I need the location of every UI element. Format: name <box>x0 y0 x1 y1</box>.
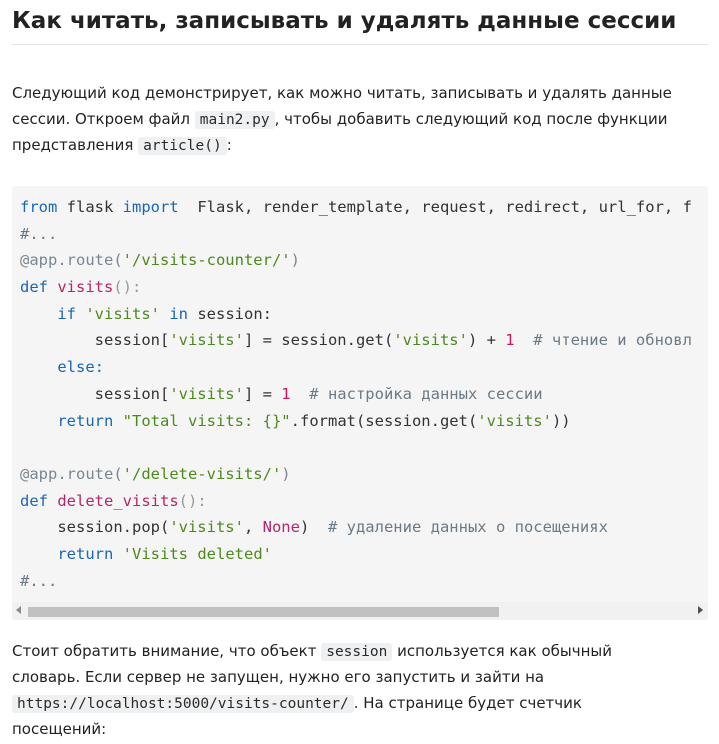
code-string: 'Visits deleted' <box>122 544 272 563</box>
scroll-right-arrow-icon[interactable] <box>698 606 703 614</box>
code-line-6: session['visits'] = session.get('visits'… <box>20 327 692 354</box>
code-function-name: delete_visits <box>57 491 179 510</box>
code-text: , <box>243 518 263 537</box>
code-text: session[ <box>94 384 170 403</box>
code-decorator: @app.route( <box>20 251 123 270</box>
outro-text: Стоит обратить внимание, что объект <box>12 642 322 660</box>
code-punct: ) <box>290 251 300 270</box>
intro-paragraph: Следующий код демонстрирует, как можно ч… <box>12 80 712 158</box>
code-keyword: def <box>20 491 48 510</box>
code-keyword: in <box>169 304 189 323</box>
code-line-13: return 'Visits deleted' <box>20 541 692 568</box>
intro-text: сессии. Откроем файл <box>12 110 195 128</box>
code-text: ] = <box>243 384 282 403</box>
code-line-12: session.pop('visits', None) # удаление д… <box>20 514 692 541</box>
code-block[interactable]: from flask import Flask, render_template… <box>12 186 708 620</box>
code-keyword: def <box>20 278 48 297</box>
inline-code-function: article() <box>138 137 227 155</box>
code-keyword: if <box>57 304 76 323</box>
code-text: session[ <box>94 331 170 350</box>
code-string: 'visits' <box>477 411 552 430</box>
page-title: Как читать, записывать и удалять данные … <box>12 8 677 34</box>
code-number: 1 <box>281 384 291 403</box>
title-divider <box>12 44 708 45</box>
outro-text: используется как обычный <box>392 642 612 660</box>
code-number: 1 <box>505 331 515 350</box>
outro-line-2: словарь. Если сервер не запущен, нужно е… <box>12 668 545 686</box>
code-keyword: return <box>57 411 114 430</box>
code-text: session.pop( <box>57 518 170 537</box>
code-function-name: visits <box>57 278 114 297</box>
code-imports: Flask, render_template, request, redirec… <box>178 198 692 216</box>
code-line-11: def delete_visits(): <box>20 488 692 515</box>
outro-line-3: https://localhost:5000/visits-counter/. … <box>12 690 712 716</box>
code-comment: # настройка данных сессии <box>290 384 543 403</box>
code-string: '/visits-counter/' <box>122 251 291 270</box>
code-string: 'visits' <box>85 304 160 323</box>
code-text: ) + <box>467 331 506 350</box>
outro-paragraph: Стоит обратить внимание, что объект sess… <box>12 638 712 742</box>
code-line-8: session['visits'] = 1 # настройка данных… <box>20 381 692 408</box>
code-line-1: from flask import Flask, render_template… <box>20 194 692 221</box>
code-punct: ) <box>281 464 291 483</box>
intro-text: представления <box>12 136 139 154</box>
code-text: ) <box>299 518 310 537</box>
intro-text: , чтобы добавить следующий код после фун… <box>274 110 668 128</box>
inline-code-session: session <box>321 643 393 661</box>
code-punct: (): <box>113 278 142 297</box>
code-keyword: return <box>57 544 114 563</box>
code-string: "Total visits: {}" <box>122 411 291 430</box>
code-string: '/delete-visits/' <box>122 464 282 483</box>
intro-line-2: сессии. Откроем файл main2.py, чтобы доб… <box>12 106 712 132</box>
inline-code-url: https://localhost:5000/visits-counter/ <box>12 695 354 713</box>
scroll-left-arrow-icon[interactable] <box>16 606 21 614</box>
code-line-5: if 'visits' in session: <box>20 301 692 328</box>
code-punct: (): <box>178 491 207 510</box>
code-line-4: def visits(): <box>20 274 692 301</box>
code-module: flask <box>57 198 123 216</box>
code-line-14: #... <box>20 571 58 590</box>
outro-line-1: Стоит обратить внимание, что объект sess… <box>12 638 712 664</box>
code-text: )) <box>551 411 571 430</box>
code-line-7: else: <box>20 354 692 381</box>
code-text: .format(session.get( <box>290 411 478 430</box>
code-string: 'visits' <box>169 518 244 537</box>
horizontal-scrollbar[interactable] <box>12 602 708 620</box>
code-line-3: @app.route('/visits-counter/') <box>20 247 692 274</box>
code-text: session: <box>188 304 273 323</box>
code-decorator: @app.route( <box>20 464 123 483</box>
outro-text: . На странице будет счетчик <box>353 694 582 712</box>
intro-text: : <box>226 136 232 154</box>
code-listing: from flask import Flask, render_template… <box>20 194 692 594</box>
code-line-9: return "Total visits: {}".format(session… <box>20 408 692 435</box>
code-string: 'visits' <box>169 384 244 403</box>
code-line-10: @app.route('/delete-visits/') <box>20 461 692 488</box>
scrollbar-thumb[interactable] <box>28 607 499 617</box>
code-string: 'visits' <box>169 331 244 350</box>
code-string: 'visits' <box>393 331 468 350</box>
inline-code-filename: main2.py <box>194 111 275 129</box>
intro-line-3: представления article(): <box>12 132 712 158</box>
code-constant: None <box>262 518 300 537</box>
code-keyword: else: <box>57 358 104 377</box>
code-line-2: #... <box>20 224 58 243</box>
code-comment: # удаление данных о посещениях <box>309 518 608 537</box>
code-keyword: import <box>122 198 179 216</box>
code-keyword: from <box>20 198 58 216</box>
code-comment: # чтение и обновл <box>514 331 692 350</box>
outro-line-4: посещений: <box>12 720 107 738</box>
code-text: ] = session.get( <box>243 331 394 350</box>
intro-line-1: Следующий код демонстрирует, как можно ч… <box>12 84 672 102</box>
